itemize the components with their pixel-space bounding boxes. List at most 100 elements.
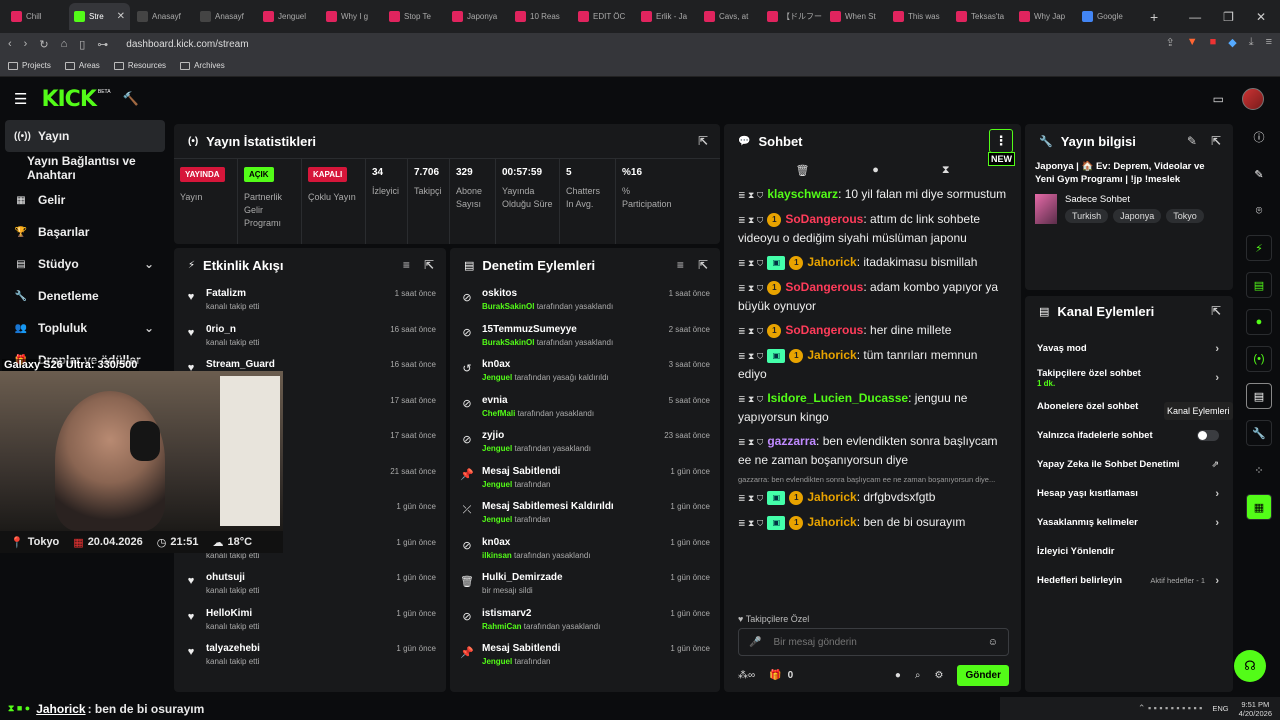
browser-tab[interactable]: When St <box>825 3 886 30</box>
avatar[interactable] <box>1242 88 1264 110</box>
edit-icon[interactable]: ✎ <box>1187 134 1197 148</box>
chat-message[interactable]: ≣ ⧗ ⛉ ▣ 1 Jahorick: tüm tanrıları memnun ed… <box>724 346 1021 383</box>
action-target[interactable]: zyjio <box>482 430 591 441</box>
tools-icon[interactable]: 🔨 <box>123 91 139 107</box>
mod-tools-icon[interactable]: ≣ ⧗ ⛉ <box>738 347 763 365</box>
activity-row[interactable]: ♥ ohutsuji kanalı takip etti 1 gün önce <box>174 566 446 602</box>
browser-tab[interactable]: Google <box>1077 3 1138 30</box>
wrench-icon[interactable]: 🔧 <box>1246 420 1272 446</box>
action-target[interactable]: istismarv2 <box>482 608 600 619</box>
moderation-row[interactable]: ⊘ evnia ChefMali tarafından yasaklandı 5 sa… <box>450 389 720 425</box>
chat-message[interactable]: ≣ ⧗ ⛉ Isidore_Lucien_Ducasse: jenguu ne y… <box>724 389 1021 426</box>
hourglass-icon[interactable]: ⧗ <box>942 164 950 177</box>
moderation-row[interactable]: ⊘ oskitos BurakSakinOl tarafından yasaklan… <box>450 282 720 318</box>
moderator-name[interactable]: ilkinsan <box>482 551 512 560</box>
moderator-name[interactable]: ChefMali <box>482 409 515 418</box>
moderator-name[interactable]: RahmiCan <box>482 622 522 631</box>
chat-username[interactable]: Jahorick <box>807 490 856 504</box>
gear-icon[interactable]: ⚙ <box>934 670 943 681</box>
menu-icon[interactable]: ≡ <box>1266 36 1272 49</box>
activity-row[interactable]: ♥ HelloKimi kanalı takip etti 1 gün önce <box>174 602 446 638</box>
chat-username[interactable]: SoDangerous <box>785 323 863 337</box>
chat-bubble-icon[interactable]: ● <box>872 164 879 177</box>
browser-tab[interactable]: Why I g <box>321 3 382 30</box>
extension-icon[interactable]: ◆ <box>1228 36 1236 49</box>
mod-tools-icon[interactable]: ≣ ⧗ ⛉ <box>738 254 763 272</box>
chat-icon[interactable]: ● <box>1246 309 1272 335</box>
browser-tab[interactable]: Japonya <box>447 3 508 30</box>
category-name[interactable]: Sadece Sohbet <box>1065 194 1204 205</box>
action-target[interactable]: evnia <box>482 395 594 406</box>
maximize-icon[interactable]: ❐ <box>1223 10 1234 24</box>
language[interactable]: ENG <box>1212 704 1228 713</box>
filter-icon[interactable]: ≡ <box>677 258 684 272</box>
username[interactable]: talyazehebi <box>206 643 260 654</box>
hamburger-icon[interactable]: ☰ <box>14 90 27 108</box>
channel-action[interactable]: Yapay Zeka ile Sohbet Denetimi ⇗ <box>1025 450 1233 479</box>
bookmark-folder[interactable]: Resources <box>113 61 166 70</box>
emote-icon[interactable]: ☺ <box>988 637 998 648</box>
chat-bubble-icon[interactable]: ● <box>895 670 901 681</box>
chat-username[interactable]: Jahorick <box>807 348 856 362</box>
mod-tools-icon[interactable]: ≣ ⧗ ⛉ <box>738 211 763 229</box>
bookmark-folder[interactable]: Archives <box>180 61 225 70</box>
bookmark-folder[interactable]: Projects <box>8 61 51 70</box>
action-target[interactable]: Mesaj Sabitlendi <box>482 466 560 477</box>
sidebar-item[interactable]: ▤ Stüdyo ⌄ <box>0 248 170 280</box>
home-icon[interactable]: ⌂ <box>61 38 68 50</box>
chat-message[interactable]: ≣ ⧗ ⛉ klayschwarz: 10 yil falan mi diye s… <box>724 185 1021 204</box>
new-tab-icon[interactable]: + <box>1140 9 1168 25</box>
kick-logo[interactable]: KICK <box>41 87 96 112</box>
moderator-name[interactable]: Jenguel <box>482 657 512 666</box>
action-target[interactable]: Hulki_Demirzade <box>482 572 563 583</box>
search-icon[interactable]: ⌕ <box>915 670 921 681</box>
mic-icon[interactable]: 🎤 <box>749 637 761 648</box>
chat-username[interactable]: gazzarra <box>767 434 816 448</box>
popout-icon[interactable]: ⇱ <box>1211 304 1221 318</box>
action-target[interactable]: kn0ax <box>482 537 591 548</box>
support-icon[interactable]: ☊ <box>1234 650 1266 682</box>
chat-username[interactable]: Isidore_Lucien_Ducasse <box>767 391 908 405</box>
mod-tools-icon[interactable]: ≣ ⧗ ⛉ <box>738 186 763 204</box>
edit-icon[interactable]: ✎ <box>1246 161 1272 187</box>
browser-tab[interactable]: 【ドルフー <box>762 3 823 30</box>
moderation-row[interactable]: ↺ kn0ax Jenguel tarafından yasağı kaldırıl… <box>450 353 720 389</box>
moderator-name[interactable]: Jenguel <box>482 444 512 453</box>
bookmark-folder[interactable]: Areas <box>64 61 100 70</box>
browser-tab[interactable]: 10 Reas <box>510 3 571 30</box>
lightning-icon[interactable]: ⚡ <box>1246 235 1272 261</box>
browser-tab[interactable]: EDIT ÖC <box>573 3 634 30</box>
moderator-name[interactable]: BurakSakinOl <box>482 338 534 347</box>
activity-row[interactable]: ♥ 0rio_n kanalı takip etti 16 saat önce <box>174 318 446 354</box>
popout-icon[interactable]: ⇱ <box>424 258 434 272</box>
toggle-layout-icon[interactable]: ▭ <box>1213 92 1224 106</box>
browser-tab[interactable]: This was <box>888 3 949 30</box>
toggle-switch[interactable] <box>1197 430 1219 441</box>
sidebar-item[interactable]: ((•)) Yayın <box>5 120 165 152</box>
moderation-row[interactable]: ⊘ kn0ax ilkinsan tarafından yasaklandı 1 gü… <box>450 531 720 567</box>
moderator-name[interactable]: Jenguel <box>482 515 512 524</box>
mod-tools-icon[interactable]: ≣ ⧗ ⛉ <box>738 279 763 297</box>
browser-tab[interactable]: Anasayf <box>132 3 193 30</box>
tag-chip[interactable]: Japonya <box>1113 209 1162 223</box>
people-icon[interactable]: ⁂∞ <box>738 670 755 681</box>
chat-message[interactable]: ≣ ⧗ ⛉ ▣ 1 Jahorick: drfgbvdsxfgtb <box>724 488 1021 507</box>
gift-icon[interactable]: 🎁 <box>769 670 781 681</box>
channel-action[interactable]: Yasaklanmış kelimeler › <box>1025 508 1233 537</box>
popout-icon[interactable]: ⇱ <box>1211 134 1221 148</box>
browser-tab[interactable]: Jenguel <box>258 3 319 30</box>
moderation-row[interactable]: 📌 Mesaj Sabitlendi Jenguel tarafından 1 gün… <box>450 637 720 673</box>
close-icon[interactable]: ✕ <box>1256 10 1266 24</box>
mod-tools-icon[interactable]: ≣ ⧗ ⛉ <box>738 433 763 451</box>
popout-icon[interactable]: ⇱ <box>698 134 708 148</box>
action-target[interactable]: Mesaj Sabitlendi <box>482 643 560 654</box>
browser-tab[interactable]: Erlik - Ja <box>636 3 697 30</box>
grid-icon[interactable]: ▦ <box>1246 494 1272 520</box>
sidebar-item[interactable]: Yayın Bağlantısı ve Anahtarı <box>0 152 170 184</box>
chat-username[interactable]: SoDangerous <box>785 212 863 226</box>
browser-tab[interactable]: Chill <box>6 3 67 30</box>
site-info-icon[interactable]: ⊶ <box>97 38 108 51</box>
sidebar-icon[interactable]: ▯ <box>79 38 85 51</box>
browser-tab[interactable]: Stre ✕ <box>69 3 130 30</box>
action-target[interactable]: kn0ax <box>482 359 609 370</box>
